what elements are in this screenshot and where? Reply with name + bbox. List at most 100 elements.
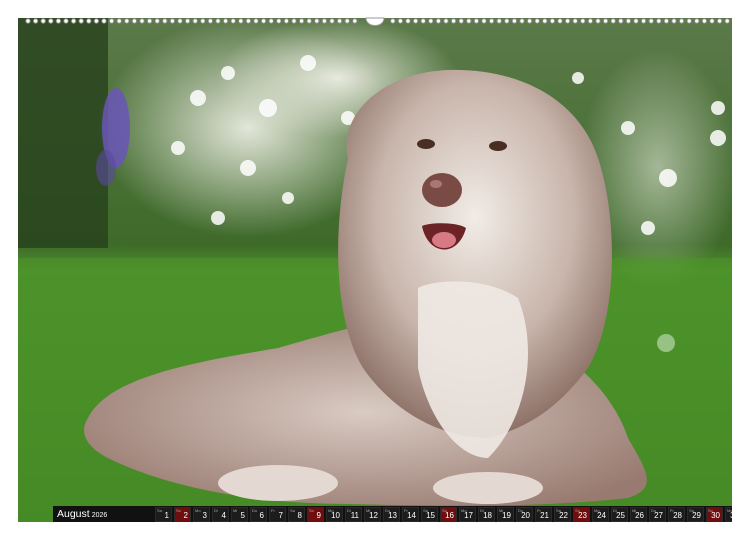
binding-ring <box>70 18 77 24</box>
binding-ring <box>329 18 335 24</box>
binding-ring <box>78 18 84 24</box>
binding-ring <box>238 18 244 24</box>
binding-ring <box>397 18 404 24</box>
spiral-binding <box>25 17 730 26</box>
binding-ring <box>602 18 609 24</box>
binding-ring <box>131 18 138 24</box>
day-cell: Fr 21 <box>535 507 552 522</box>
day-cell: Fr 14 <box>402 507 419 522</box>
binding-ring <box>534 18 540 24</box>
day-cell: So 30 <box>706 507 723 522</box>
day-cell: Sa 8 <box>288 507 305 522</box>
day-number: 1 <box>164 511 169 520</box>
day-cell: So 16 <box>440 507 457 522</box>
binding-ring <box>283 18 290 24</box>
binding-ring <box>215 18 221 24</box>
day-number: 10 <box>331 511 340 520</box>
weekday-label: Sa <box>157 508 162 513</box>
weekday-label: Fr <box>271 508 275 513</box>
day-number: 22 <box>559 511 568 520</box>
day-cell: Mi 19 <box>497 507 514 522</box>
day-cell: Mo 24 <box>592 507 609 522</box>
binding-ring <box>321 18 328 24</box>
binding-ring <box>694 18 700 24</box>
binding-ring <box>116 18 122 24</box>
day-cell: Mo 10 <box>326 507 343 522</box>
weekday-label: Do <box>252 508 258 513</box>
binding-ring <box>488 18 495 24</box>
calendar-strip: August 2026 Sa 1 So 2 Mo 3 Di 4 Mi 5 Do 6 Fr 7 Sa 8 So 9 Mo… <box>53 506 732 522</box>
year-label: 2026 <box>91 511 108 519</box>
binding-ring <box>124 18 130 24</box>
day-number: 13 <box>388 511 397 520</box>
binding-ring <box>618 18 624 24</box>
day-number: 20 <box>521 511 530 520</box>
binding-ring <box>625 18 632 24</box>
binding-ring <box>352 18 358 24</box>
binding-ring <box>108 18 115 24</box>
binding-ring <box>101 18 107 24</box>
day-cell: Di 25 <box>611 507 628 522</box>
day-cell: Mo 17 <box>459 507 476 522</box>
day-number: 8 <box>297 511 302 520</box>
day-number: 6 <box>259 511 264 520</box>
day-cell: Fr 28 <box>668 507 685 522</box>
day-number: 11 <box>350 511 359 520</box>
day-cell: Do 6 <box>250 507 267 522</box>
month-label: August 2026 <box>57 507 108 520</box>
binding-ring <box>724 18 730 24</box>
binding-ring <box>344 18 350 24</box>
binding-ring <box>557 18 563 24</box>
weekday-label: Di <box>214 508 218 513</box>
binding-ring <box>572 18 578 24</box>
binding-ring <box>640 18 647 24</box>
day-cell: Do 13 <box>383 507 400 522</box>
binding-ring <box>63 18 69 24</box>
binding-ring <box>549 18 556 24</box>
day-number: 5 <box>240 511 245 520</box>
binding-ring <box>428 18 434 24</box>
binding-ring <box>390 18 396 24</box>
binding-ring <box>587 18 594 24</box>
binding-ring <box>253 18 259 24</box>
weekday-label: Mi <box>233 508 238 513</box>
binding-ring <box>716 18 723 24</box>
day-number: 7 <box>278 511 283 520</box>
day-cell: Sa 1 <box>155 507 172 522</box>
day-number: 25 <box>616 511 625 520</box>
binding-ring <box>405 18 411 24</box>
binding-ring <box>200 18 206 24</box>
weekday-label: Sa <box>290 508 295 513</box>
day-cell: Sa 15 <box>421 507 438 522</box>
day-number: 19 <box>502 511 511 520</box>
day-number: 2 <box>183 511 188 520</box>
binding-ring <box>458 18 464 24</box>
binding-ring <box>55 18 62 24</box>
day-list: Sa 1 So 2 Mo 3 Di 4 Mi 5 Do 6 Fr 7 Sa 8 So 9 Mo 10 Di 11 Mi 12 D… <box>155 507 732 522</box>
binding-ring <box>32 18 39 24</box>
day-cell: Mo31 <box>725 507 732 522</box>
day-cell: Fr 7 <box>269 507 286 522</box>
binding-ring <box>169 18 176 24</box>
day-cell: Mi 26 <box>630 507 647 522</box>
day-number: 30 <box>711 511 720 520</box>
binding-ring <box>412 18 419 24</box>
binding-ring <box>162 18 168 24</box>
day-number: 4 <box>221 511 226 520</box>
binding-ring <box>298 18 305 24</box>
binding-ring <box>245 18 252 24</box>
day-cell: So 23 <box>573 507 590 522</box>
binding-ring <box>633 18 639 24</box>
dog-photo <box>18 18 732 522</box>
weekday-label: Mo <box>195 508 201 513</box>
binding-ring <box>86 18 92 24</box>
binding-ring <box>678 18 685 24</box>
binding-ring <box>314 18 320 24</box>
day-cell: Mi 12 <box>364 507 381 522</box>
day-number: 23 <box>578 511 587 520</box>
binding-ring <box>435 18 442 24</box>
day-number: 9 <box>316 511 321 520</box>
binding-ring <box>291 18 297 24</box>
day-cell: Mi 5 <box>231 507 248 522</box>
day-number: 17 <box>464 511 473 520</box>
